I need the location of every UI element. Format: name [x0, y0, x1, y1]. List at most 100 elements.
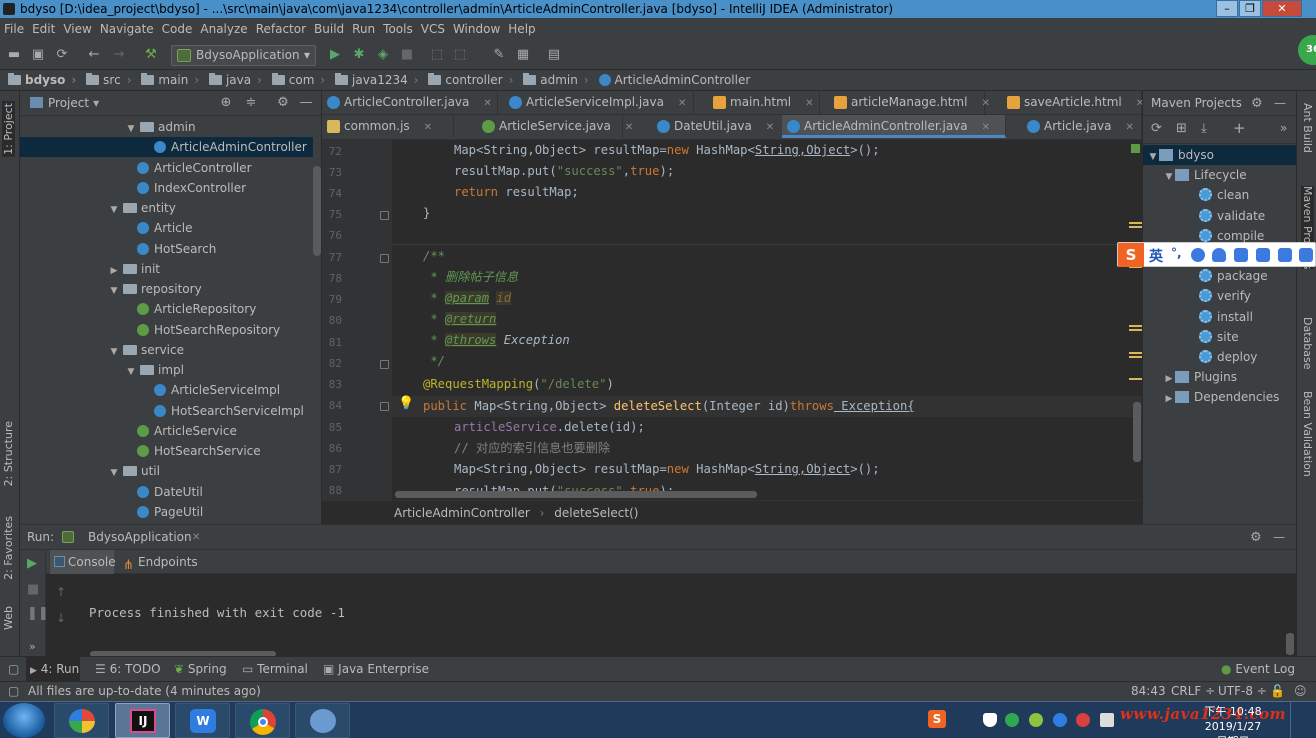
gear-icon[interactable]: ⚙	[1250, 525, 1262, 550]
menu-build[interactable]: Build	[310, 18, 348, 40]
refresh-icon[interactable]: ⟳	[1151, 121, 1162, 136]
stop-icon[interactable]: ■	[398, 46, 416, 64]
maven-tree-item[interactable]: verify	[1143, 286, 1297, 306]
tree-item[interactable]: Article	[20, 218, 313, 238]
caret-position[interactable]: 84:43	[1131, 682, 1166, 701]
generate-sources-icon[interactable]: ⊞	[1176, 121, 1187, 136]
menu-run[interactable]: Run	[348, 18, 379, 40]
error-stripe-mark[interactable]	[1129, 222, 1142, 224]
bean-validation-tool-tab[interactable]: Bean Validation	[1301, 391, 1314, 477]
breadcrumb-item[interactable]: bdyso ›	[8, 70, 76, 90]
chevron-right-icon[interactable]: ▶	[1163, 369, 1175, 389]
locate-icon[interactable]: ⊕	[218, 94, 234, 112]
project-scrollbar[interactable]	[313, 166, 321, 256]
security-tray-icon[interactable]	[1029, 713, 1043, 727]
inspector-icon[interactable]: ☺	[1294, 682, 1307, 701]
skin-shirt-icon[interactable]	[1278, 248, 1292, 262]
windows-start-icon[interactable]	[3, 703, 45, 738]
more-chevron-icon[interactable]: »	[1280, 121, 1287, 135]
maven-tree-item[interactable]: ▼ Lifecycle	[1143, 165, 1297, 185]
run-icon[interactable]: ▶	[326, 46, 344, 64]
ime-punctuation[interactable]: °,	[1171, 246, 1182, 260]
show-desktop-button[interactable]	[1290, 702, 1316, 738]
antivirus-tray-icon[interactable]	[1076, 713, 1090, 727]
tree-item[interactable]: ArticleAdminController	[20, 137, 313, 158]
chevron-down-icon[interactable]: ▼	[1147, 147, 1159, 167]
emoji-icon[interactable]	[1191, 248, 1205, 262]
chevron-down-icon[interactable]: ▼	[108, 463, 120, 483]
menu-refactor[interactable]: Refactor	[252, 18, 310, 40]
tree-item[interactable]: ArticleRepository	[20, 299, 313, 319]
web-tool-tab[interactable]: Web	[2, 606, 15, 630]
scroll-up-icon[interactable]: ↑	[56, 585, 66, 599]
pause-icon[interactable]: ❚❚	[27, 606, 49, 621]
minimize-button[interactable]: –	[1216, 0, 1238, 17]
tree-item[interactable]: ArticleService	[20, 421, 313, 441]
tab-common-js[interactable]: common.js ✕	[322, 115, 454, 138]
tab-date-util[interactable]: DateUtil.java ✕	[652, 115, 784, 138]
maven-tree-item[interactable]: site	[1143, 327, 1297, 347]
fold-marker-icon[interactable]	[380, 360, 389, 369]
tab-save-article-html[interactable]: saveArticle.html✕	[1002, 91, 1142, 114]
tree-item[interactable]: HotSearch	[20, 239, 313, 259]
forward-arrow-icon[interactable]: →	[110, 46, 128, 64]
chevron-down-icon[interactable]: ▼	[125, 119, 137, 139]
error-stripe-mark[interactable]	[1129, 356, 1142, 358]
tree-item[interactable]: HotSearchRepository	[20, 320, 313, 340]
menu-vcs[interactable]: VCS	[417, 18, 449, 40]
ime-language[interactable]: 英	[1149, 246, 1163, 266]
sdk-manager-icon[interactable]: ▤	[545, 46, 563, 64]
stop-icon[interactable]: ■	[27, 582, 39, 597]
chevron-down-icon[interactable]: ▼	[1163, 167, 1175, 187]
tab-endpoints[interactable]: ⋔ Endpoints	[120, 550, 200, 574]
scroll-down-icon[interactable]: ↓	[56, 611, 66, 625]
favorites-tool-tab[interactable]: 2: Favorites	[2, 516, 15, 580]
taskbar-app-chrome[interactable]	[235, 703, 290, 738]
project-tool-tab[interactable]: 1: Project	[2, 101, 15, 157]
tree-folder[interactable]: ▼ repository	[20, 279, 313, 299]
tab-article-service-impl[interactable]: ArticleServiceImpl.java ✕	[504, 91, 694, 114]
tab-article-controller[interactable]: ArticleController.java ✕	[322, 91, 498, 114]
chevron-down-icon[interactable]: ▾	[93, 96, 99, 110]
lightbulb-icon[interactable]: 💡	[398, 396, 414, 411]
monitor-tray-icon[interactable]	[1100, 713, 1114, 727]
run-app-tab[interactable]: BdysoApplication	[88, 525, 192, 550]
taskbar-app-dolphin[interactable]	[295, 703, 350, 738]
tree-item[interactable]: HotSearchService	[20, 441, 313, 461]
spring-tool-tab[interactable]: ❦ Spring	[174, 657, 227, 682]
hide-panel-icon[interactable]: —	[298, 94, 314, 112]
keyboard-icon[interactable]	[1234, 248, 1248, 262]
file-encoding[interactable]: UTF-8 ÷	[1218, 682, 1267, 701]
add-icon[interactable]: +	[1233, 119, 1246, 137]
fold-marker-icon[interactable]	[380, 211, 389, 220]
inspection-status-icon[interactable]	[1131, 144, 1140, 153]
tree-item[interactable]: ArticleController	[20, 158, 313, 178]
error-stripe-mark[interactable]	[1129, 329, 1142, 331]
maximize-button[interactable]: ❐	[1239, 0, 1261, 17]
terminal-tool-tab[interactable]: ▭ Terminal	[242, 657, 308, 682]
ant-build-tool-tab[interactable]: Ant Build	[1301, 103, 1314, 153]
chevron-down-icon[interactable]: ▼	[108, 200, 120, 220]
vcs-icon[interactable]: ⬚	[451, 46, 469, 64]
tree-item[interactable]: ArticleServiceImpl	[20, 380, 313, 400]
breadcrumb-item[interactable]: ArticleAdminController	[598, 70, 750, 90]
status-message[interactable]: All files are up-to-date (4 minutes ago)	[28, 682, 261, 701]
save-icon[interactable]: ▣	[29, 46, 47, 64]
tab-article-admin-controller[interactable]: ArticleAdminController.java ✕	[782, 115, 1006, 138]
editor-horizontal-scrollbar[interactable]	[395, 491, 757, 498]
maven-tree-item[interactable]: deploy	[1143, 347, 1297, 367]
coverage-icon[interactable]: ◈	[374, 46, 392, 64]
sogou-tray-icon[interactable]: S	[928, 710, 946, 728]
event-log-tool-tab[interactable]: ● Event Log	[1221, 657, 1295, 682]
tree-folder[interactable]: ▼ impl	[20, 360, 313, 380]
collapse-all-icon[interactable]: ≑	[243, 94, 259, 112]
shield-tray-icon[interactable]	[1005, 713, 1019, 727]
build-hammer-icon[interactable]: ⚒	[142, 46, 160, 64]
structure-tool-tab[interactable]: 2: Structure	[2, 421, 15, 486]
breadcrumb-item[interactable]: controller ›	[428, 70, 513, 90]
menu-code[interactable]: Code	[158, 18, 197, 40]
error-stripe-mark[interactable]	[1129, 226, 1142, 228]
taskbar-app-intellij[interactable]: IJ	[115, 703, 170, 738]
chevron-right-icon[interactable]: ▶	[108, 261, 120, 281]
code-editor[interactable]: 💡 Map<String,Object> resultMap=new HashM…	[392, 140, 1142, 500]
